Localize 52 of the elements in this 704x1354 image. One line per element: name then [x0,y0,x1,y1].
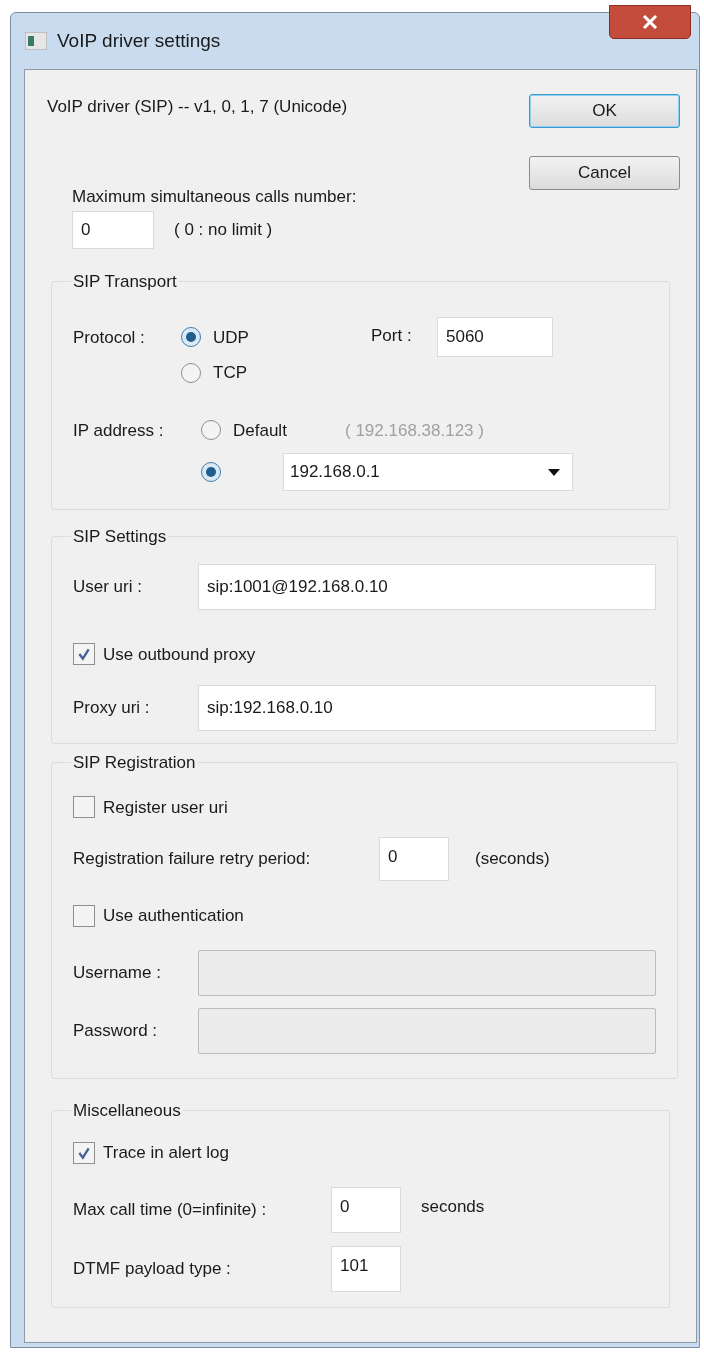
input-field[interactable]: 0 [379,837,449,881]
radio-label: Default [233,419,288,442]
hint-text: ( 0 : no limit ) [174,219,273,242]
close-icon [642,15,658,29]
checkbox[interactable] [73,904,95,927]
default-ip-text: ( 192.168.38.123 ) [345,419,484,442]
checkbox-label: Use authentication [103,905,244,927]
dialog-button[interactable]: Cancel [529,156,680,190]
field-label: Max call time (0=infinite) : [73,1198,268,1221]
radio-label: UDP [213,326,249,349]
checkbox-label: Use outbound proxy [103,643,256,666]
field-label: Registration failure retry period: [73,848,312,871]
checkmark-icon [77,1145,91,1160]
field-label: Proxy uri : [73,697,151,720]
field-label: User uri : [73,575,143,598]
close-button[interactable] [609,5,691,39]
field-label: Maximum simultaneous calls number: [71,185,358,208]
field-label: DTMF payload type : [73,1257,232,1280]
field-label: IP address : [73,419,165,442]
radio-label: TCP [213,362,247,384]
checkbox[interactable] [73,796,95,819]
version-text: VoIP driver (SIP) -- v1, 0, 1, 7 (Unicode) [47,96,349,118]
field-label: Protocol : [73,326,146,349]
input-field[interactable]: 0 [331,1186,401,1233]
group-title: Miscellaneous [72,1099,182,1122]
ip-dropdown[interactable]: 192.168.0.1 [283,453,573,491]
group-title: SIP Settings [72,526,168,548]
radio-button[interactable] [201,420,221,441]
group-title: SIP Transport [72,271,178,293]
input-field[interactable]: 0 [72,211,154,249]
window-title: VoIP driver settings [57,28,222,53]
checkbox-label: Register user uri [103,796,228,819]
input-field[interactable]: sip:1001@192.168.0.10 [198,563,656,610]
input-field[interactable]: 101 [331,1245,401,1292]
unit-text: seconds [421,1195,485,1218]
app-icon [25,32,47,50]
radio-button[interactable] [181,362,201,383]
checkmark-icon [77,647,91,662]
field-label: Password : [73,1019,159,1042]
radio-button[interactable] [201,462,221,482]
field-label: Port : [371,324,413,347]
checkbox[interactable] [73,1141,95,1164]
radio-button[interactable] [181,327,201,348]
dropdown-arrow-icon [548,468,560,476]
input-field[interactable]: sip:192.168.0.10 [198,685,656,731]
dialog-button[interactable]: OK [529,94,680,128]
field-label: Username : [73,961,162,984]
input-field[interactable]: 5060 [437,316,553,357]
group-title: SIP Registration [72,752,197,774]
unit-text: (seconds) [475,848,550,871]
checkbox-label: Trace in alert log [103,1142,229,1164]
checkbox[interactable] [73,643,95,666]
